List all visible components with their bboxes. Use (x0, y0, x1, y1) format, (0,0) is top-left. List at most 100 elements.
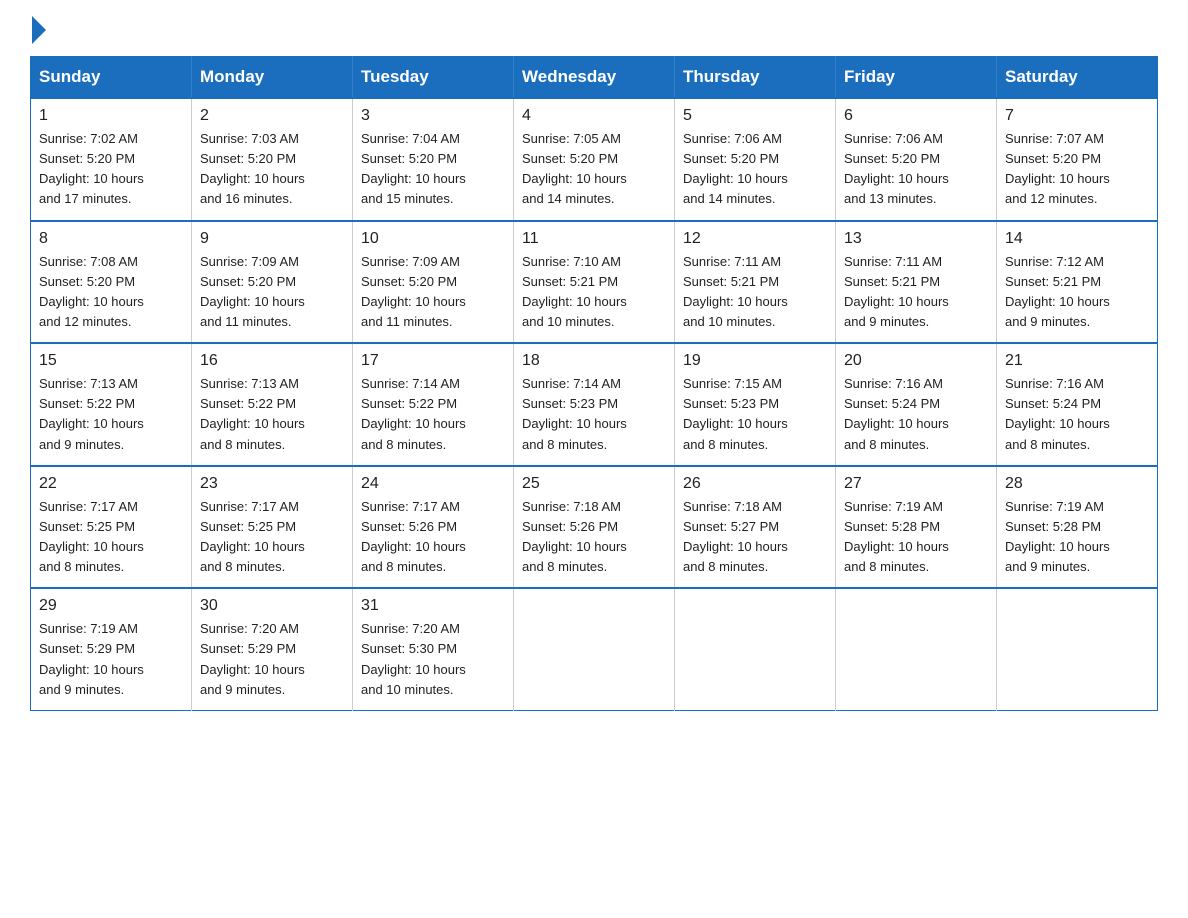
day-number: 16 (200, 352, 344, 370)
day-number: 28 (1005, 475, 1149, 493)
day-info: Sunrise: 7:14 AM Sunset: 5:22 PM Dayligh… (361, 374, 505, 455)
day-cell-19: 19 Sunrise: 7:15 AM Sunset: 5:23 PM Dayli… (675, 343, 836, 466)
weekday-header-monday: Monday (192, 57, 353, 99)
day-info: Sunrise: 7:13 AM Sunset: 5:22 PM Dayligh… (200, 374, 344, 455)
day-info: Sunrise: 7:12 AM Sunset: 5:21 PM Dayligh… (1005, 252, 1149, 333)
day-cell-15: 15 Sunrise: 7:13 AM Sunset: 5:22 PM Dayli… (31, 343, 192, 466)
day-cell-10: 10 Sunrise: 7:09 AM Sunset: 5:20 PM Dayli… (353, 221, 514, 344)
day-info: Sunrise: 7:03 AM Sunset: 5:20 PM Dayligh… (200, 129, 344, 210)
day-info: Sunrise: 7:17 AM Sunset: 5:25 PM Dayligh… (200, 497, 344, 578)
day-info: Sunrise: 7:17 AM Sunset: 5:25 PM Dayligh… (39, 497, 183, 578)
day-info: Sunrise: 7:05 AM Sunset: 5:20 PM Dayligh… (522, 129, 666, 210)
day-number: 5 (683, 107, 827, 125)
day-cell-1: 1 Sunrise: 7:02 AM Sunset: 5:20 PM Daylig… (31, 98, 192, 221)
day-cell-21: 21 Sunrise: 7:16 AM Sunset: 5:24 PM Dayli… (997, 343, 1158, 466)
day-cell-17: 17 Sunrise: 7:14 AM Sunset: 5:22 PM Dayli… (353, 343, 514, 466)
day-number: 31 (361, 597, 505, 615)
day-number: 1 (39, 107, 183, 125)
day-info: Sunrise: 7:19 AM Sunset: 5:29 PM Dayligh… (39, 619, 183, 700)
day-info: Sunrise: 7:11 AM Sunset: 5:21 PM Dayligh… (683, 252, 827, 333)
day-number: 9 (200, 230, 344, 248)
day-cell-30: 30 Sunrise: 7:20 AM Sunset: 5:29 PM Dayli… (192, 588, 353, 710)
day-number: 23 (200, 475, 344, 493)
day-cell-7: 7 Sunrise: 7:07 AM Sunset: 5:20 PM Daylig… (997, 98, 1158, 221)
day-number: 12 (683, 230, 827, 248)
day-number: 13 (844, 230, 988, 248)
day-number: 7 (1005, 107, 1149, 125)
day-cell-25: 25Sunrise: 7:18 AM Sunset: 5:26 PM Dayli… (514, 466, 675, 589)
day-number: 3 (361, 107, 505, 125)
weekday-header-friday: Friday (836, 57, 997, 99)
week-row-2: 8 Sunrise: 7:08 AM Sunset: 5:20 PM Daylig… (31, 221, 1158, 344)
day-cell-9: 9 Sunrise: 7:09 AM Sunset: 5:20 PM Daylig… (192, 221, 353, 344)
day-info: Sunrise: 7:06 AM Sunset: 5:20 PM Dayligh… (683, 129, 827, 210)
day-info: Sunrise: 7:14 AM Sunset: 5:23 PM Dayligh… (522, 374, 666, 455)
empty-cell (675, 588, 836, 710)
calendar-table: SundayMondayTuesdayWednesdayThursdayFrid… (30, 56, 1158, 711)
day-cell-16: 16 Sunrise: 7:13 AM Sunset: 5:22 PM Dayli… (192, 343, 353, 466)
week-row-1: 1 Sunrise: 7:02 AM Sunset: 5:20 PM Daylig… (31, 98, 1158, 221)
weekday-header-sunday: Sunday (31, 57, 192, 99)
day-cell-14: 14Sunrise: 7:12 AM Sunset: 5:21 PM Dayli… (997, 221, 1158, 344)
day-cell-31: 31 Sunrise: 7:20 AM Sunset: 5:30 PM Dayli… (353, 588, 514, 710)
day-number: 17 (361, 352, 505, 370)
day-info: Sunrise: 7:17 AM Sunset: 5:26 PM Dayligh… (361, 497, 505, 578)
day-info: Sunrise: 7:20 AM Sunset: 5:30 PM Dayligh… (361, 619, 505, 700)
day-cell-8: 8 Sunrise: 7:08 AM Sunset: 5:20 PM Daylig… (31, 221, 192, 344)
empty-cell (836, 588, 997, 710)
week-row-4: 22 Sunrise: 7:17 AM Sunset: 5:25 PM Dayli… (31, 466, 1158, 589)
day-cell-2: 2 Sunrise: 7:03 AM Sunset: 5:20 PM Daylig… (192, 98, 353, 221)
day-info: Sunrise: 7:16 AM Sunset: 5:24 PM Dayligh… (844, 374, 988, 455)
day-number: 8 (39, 230, 183, 248)
day-number: 4 (522, 107, 666, 125)
day-info: Sunrise: 7:08 AM Sunset: 5:20 PM Dayligh… (39, 252, 183, 333)
day-info: Sunrise: 7:19 AM Sunset: 5:28 PM Dayligh… (844, 497, 988, 578)
day-info: Sunrise: 7:20 AM Sunset: 5:29 PM Dayligh… (200, 619, 344, 700)
day-number: 24 (361, 475, 505, 493)
weekday-header-wednesday: Wednesday (514, 57, 675, 99)
day-cell-28: 28 Sunrise: 7:19 AM Sunset: 5:28 PM Dayli… (997, 466, 1158, 589)
day-cell-18: 18 Sunrise: 7:14 AM Sunset: 5:23 PM Dayli… (514, 343, 675, 466)
day-number: 11 (522, 230, 666, 248)
day-number: 10 (361, 230, 505, 248)
day-number: 19 (683, 352, 827, 370)
weekday-header-tuesday: Tuesday (353, 57, 514, 99)
day-cell-24: 24 Sunrise: 7:17 AM Sunset: 5:26 PM Dayli… (353, 466, 514, 589)
day-info: Sunrise: 7:15 AM Sunset: 5:23 PM Dayligh… (683, 374, 827, 455)
logo-arrow-icon (32, 16, 46, 44)
day-number: 21 (1005, 352, 1149, 370)
day-cell-23: 23 Sunrise: 7:17 AM Sunset: 5:25 PM Dayli… (192, 466, 353, 589)
weekday-header-thursday: Thursday (675, 57, 836, 99)
day-info: Sunrise: 7:19 AM Sunset: 5:28 PM Dayligh… (1005, 497, 1149, 578)
day-info: Sunrise: 7:11 AM Sunset: 5:21 PM Dayligh… (844, 252, 988, 333)
day-info: Sunrise: 7:18 AM Sunset: 5:27 PM Dayligh… (683, 497, 827, 578)
day-cell-4: 4 Sunrise: 7:05 AM Sunset: 5:20 PM Daylig… (514, 98, 675, 221)
day-info: Sunrise: 7:07 AM Sunset: 5:20 PM Dayligh… (1005, 129, 1149, 210)
day-info: Sunrise: 7:13 AM Sunset: 5:22 PM Dayligh… (39, 374, 183, 455)
day-number: 15 (39, 352, 183, 370)
day-info: Sunrise: 7:16 AM Sunset: 5:24 PM Dayligh… (1005, 374, 1149, 455)
day-cell-6: 6Sunrise: 7:06 AM Sunset: 5:20 PM Daylig… (836, 98, 997, 221)
day-number: 2 (200, 107, 344, 125)
day-info: Sunrise: 7:06 AM Sunset: 5:20 PM Dayligh… (844, 129, 988, 210)
day-info: Sunrise: 7:09 AM Sunset: 5:20 PM Dayligh… (361, 252, 505, 333)
day-cell-27: 27Sunrise: 7:19 AM Sunset: 5:28 PM Dayli… (836, 466, 997, 589)
weekday-header-row: SundayMondayTuesdayWednesdayThursdayFrid… (31, 57, 1158, 99)
day-number: 18 (522, 352, 666, 370)
empty-cell (514, 588, 675, 710)
day-cell-11: 11 Sunrise: 7:10 AM Sunset: 5:21 PM Dayli… (514, 221, 675, 344)
day-cell-20: 20 Sunrise: 7:16 AM Sunset: 5:24 PM Dayli… (836, 343, 997, 466)
day-info: Sunrise: 7:02 AM Sunset: 5:20 PM Dayligh… (39, 129, 183, 210)
day-number: 22 (39, 475, 183, 493)
day-cell-12: 12 Sunrise: 7:11 AM Sunset: 5:21 PM Dayli… (675, 221, 836, 344)
day-number: 20 (844, 352, 988, 370)
week-row-3: 15 Sunrise: 7:13 AM Sunset: 5:22 PM Dayli… (31, 343, 1158, 466)
day-cell-22: 22 Sunrise: 7:17 AM Sunset: 5:25 PM Dayli… (31, 466, 192, 589)
day-cell-13: 13 Sunrise: 7:11 AM Sunset: 5:21 PM Dayli… (836, 221, 997, 344)
day-number: 29 (39, 597, 183, 615)
logo (30, 20, 46, 38)
day-info: Sunrise: 7:09 AM Sunset: 5:20 PM Dayligh… (200, 252, 344, 333)
day-cell-29: 29 Sunrise: 7:19 AM Sunset: 5:29 PM Dayli… (31, 588, 192, 710)
day-number: 30 (200, 597, 344, 615)
day-info: Sunrise: 7:10 AM Sunset: 5:21 PM Dayligh… (522, 252, 666, 333)
